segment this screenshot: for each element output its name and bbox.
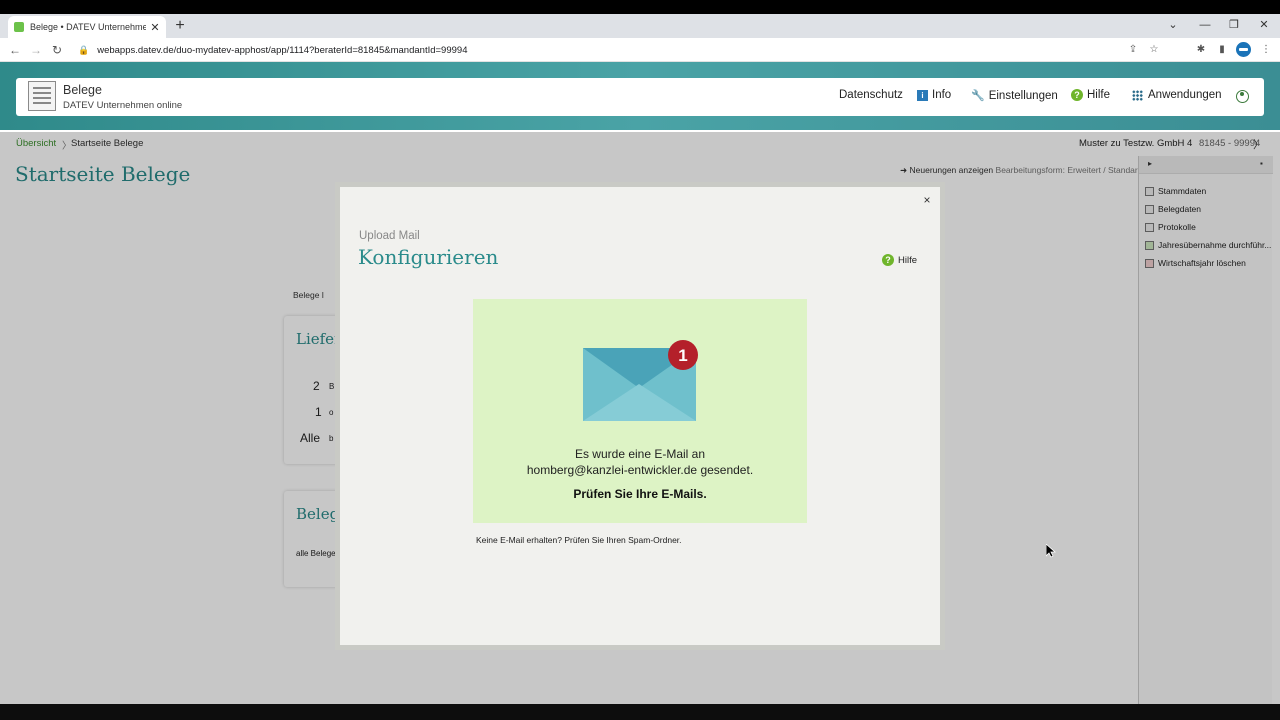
spam-hint: Keine E-Mail erhalten? Prüfen Sie Ihren … xyxy=(476,535,682,545)
browser-menu-icon[interactable]: ⋮ xyxy=(1259,43,1273,57)
apps-grid-icon xyxy=(1132,89,1143,101)
address-bar[interactable]: 🔒 webapps.datev.de/duo-mydatev-apphost/a… xyxy=(72,41,1172,59)
nav-anwendungen-label: Anwendungen xyxy=(1148,89,1222,101)
side-panel-icon[interactable]: ▮ xyxy=(1215,43,1229,57)
cursor-graphic xyxy=(1045,543,1057,558)
user-account-icon[interactable] xyxy=(1236,90,1249,103)
confirmation-message: Es wurde eine E-Mail an homberg@kanzlei-… xyxy=(473,446,807,478)
help-icon: ? xyxy=(882,254,894,266)
dialog-help-link[interactable]: ? Hilfe xyxy=(882,254,917,266)
back-icon[interactable]: ← xyxy=(8,42,22,58)
nav-hilfe-label: Hilfe xyxy=(1087,89,1111,101)
forward-icon[interactable]: → xyxy=(29,42,43,58)
message-line-1: Es wurde eine E-Mail an xyxy=(574,447,706,461)
belege-logo-icon xyxy=(28,81,56,111)
browser-toolbar: ← → ↻ 🔒 webapps.datev.de/duo-mydatev-app… xyxy=(0,38,1280,62)
check-mail-message: Prüfen Sie Ihre E-Mails. xyxy=(573,487,707,501)
screen: Belege • DATEV Unternehmen on ✕ + ⌄ — ❐ … xyxy=(0,0,1280,720)
share-icon[interactable]: ⇪ xyxy=(1126,43,1140,57)
screen-top-border xyxy=(0,0,1280,14)
dialog-title: Konfigurieren xyxy=(358,245,499,269)
extensions-icon[interactable]: ✱ xyxy=(1194,43,1208,57)
lock-icon: 🔒 xyxy=(78,44,90,55)
new-tab-icon[interactable]: + xyxy=(172,17,188,35)
envelope-icon: 1 xyxy=(583,340,701,422)
screen-bottom-border xyxy=(0,704,1280,720)
browser-tabstrip: Belege • DATEV Unternehmen on ✕ + ⌄ — ❐ … xyxy=(0,14,1280,38)
nav-einstellungen-label: Einstellungen xyxy=(988,89,1058,102)
browser-tab[interactable]: Belege • DATEV Unternehmen on ✕ xyxy=(8,16,166,38)
info-icon: i xyxy=(917,89,928,101)
window-close-icon[interactable]: ✕ xyxy=(1257,18,1271,32)
tab-title: Belege • DATEV Unternehmen on xyxy=(30,22,146,32)
profile-avatar-icon[interactable] xyxy=(1236,42,1251,57)
close-icon[interactable]: × xyxy=(920,193,934,207)
app-title: Belege xyxy=(63,83,102,97)
nav-hilfe[interactable]: ? Hilfe xyxy=(1071,89,1110,101)
restore-icon[interactable]: ❐ xyxy=(1227,18,1241,32)
nav-info[interactable]: i Info xyxy=(917,89,951,101)
datev-favicon-icon xyxy=(14,22,24,32)
dialog-kicker: Upload Mail xyxy=(359,230,420,242)
envelope-graphic: 1 xyxy=(583,340,698,421)
nav-info-label: Info xyxy=(932,89,952,101)
app-header: Belege DATEV Unternehmen online Datensch… xyxy=(16,78,1264,116)
tab-close-icon[interactable]: ✕ xyxy=(150,21,160,34)
app-subtitle: DATEV Unternehmen online xyxy=(63,100,183,111)
url-text: webapps.datev.de/duo-mydatev-apphost/app… xyxy=(97,44,468,56)
help-icon: ? xyxy=(1071,89,1083,101)
wrench-icon: 🔧 xyxy=(971,90,985,102)
bookmark-star-icon[interactable]: ☆ xyxy=(1147,43,1161,57)
nav-anwendungen[interactable]: Anwendungen xyxy=(1132,89,1222,101)
tab-search-chevron-icon[interactable]: ⌄ xyxy=(1166,18,1180,32)
mouse-cursor-icon xyxy=(1045,543,1057,563)
message-line-2: homberg@kanzlei-entwickler.de gesendet. xyxy=(526,463,754,477)
badge-count: 1 xyxy=(678,346,687,365)
nav-datenschutz[interactable]: Datenschutz xyxy=(839,89,903,101)
minimize-icon[interactable]: — xyxy=(1198,18,1212,32)
dialog-help-label: Hilfe xyxy=(898,254,918,266)
reload-icon[interactable]: ↻ xyxy=(50,42,64,58)
nav-einstellungen[interactable]: 🔧 Einstellungen xyxy=(971,89,1058,103)
